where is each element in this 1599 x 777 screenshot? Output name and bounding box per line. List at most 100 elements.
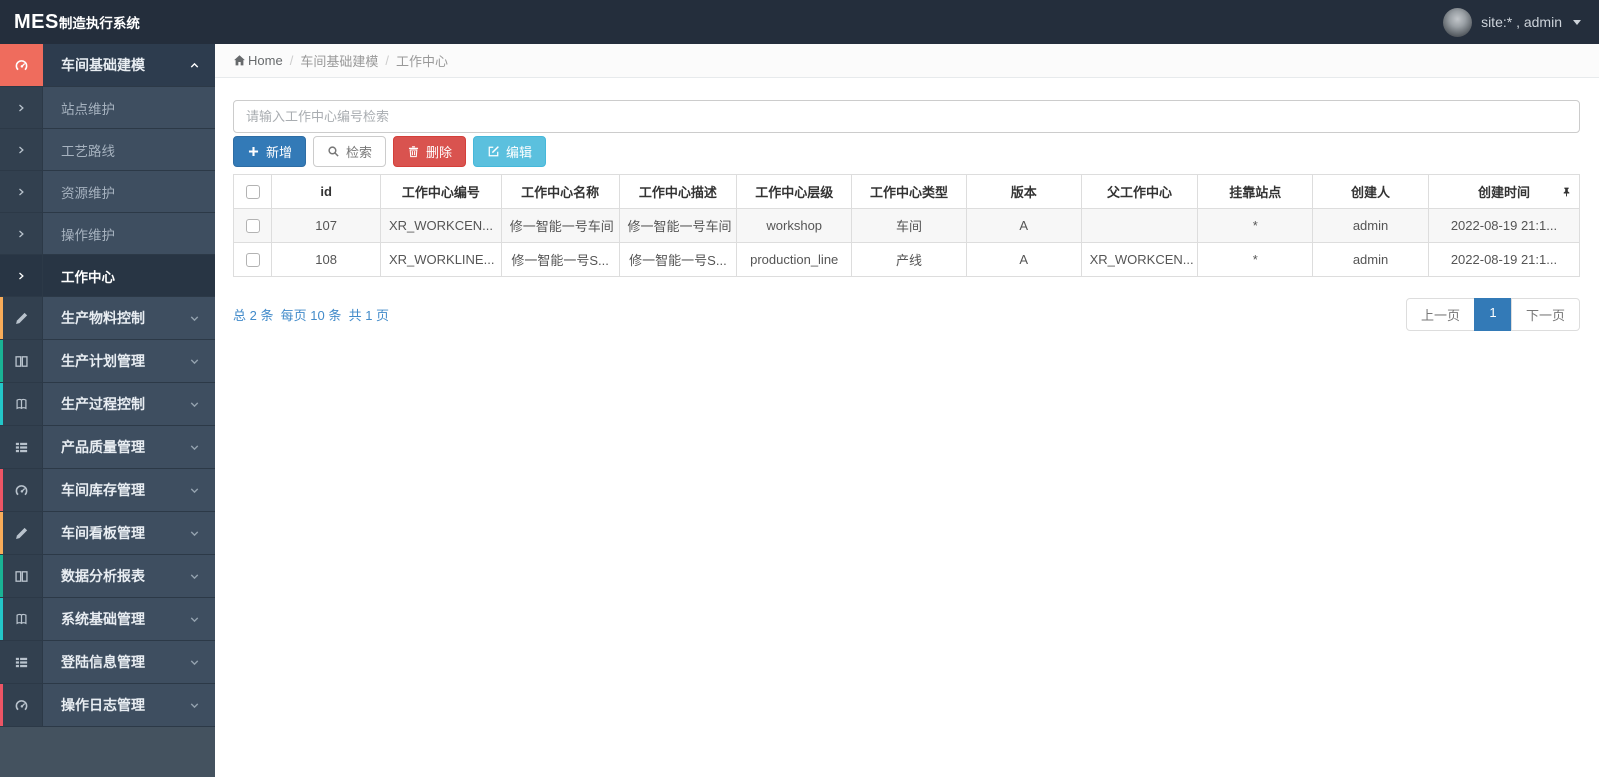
table-cell: XR_WORKCEN... [379, 208, 502, 243]
sidebar-subitem[interactable]: 工艺路线 [0, 129, 215, 171]
sidebar-item[interactable]: 生产计划管理 [0, 340, 215, 383]
column-header: id [271, 174, 381, 209]
breadcrumb-home[interactable]: Home [233, 53, 283, 68]
sidebar-item-label: 车间库存管理 [61, 482, 145, 498]
sidebar-icon-col [0, 44, 43, 86]
chevron-right-icon [0, 255, 43, 296]
pin-column-icon[interactable] [1561, 186, 1572, 197]
edit-button[interactable]: 编辑 [473, 136, 547, 167]
table-cell: 车间 [851, 208, 967, 243]
chevron-down-icon [188, 484, 201, 497]
table-cell: 修一智能一号车间 [500, 208, 620, 243]
table-header-row: id 工作中心编号 工作中心名称 工作中心描述 工作中心层级 工作中心类型 版本 父工作中心 挂… [232, 174, 1581, 209]
breadcrumb-item-module[interactable]: 车间基础建模 [300, 51, 378, 70]
accent-strip [0, 44, 3, 86]
plus-icon [247, 145, 260, 158]
column-header-label: 创建人 [1351, 185, 1391, 200]
sidebar-icon-col [0, 340, 43, 382]
table-cell: * [1197, 208, 1314, 243]
sidebar-subitem-label: 资源维护 [61, 185, 115, 201]
book-icon [14, 612, 29, 627]
accent-strip [0, 469, 3, 511]
search-button[interactable]: 检索 [313, 136, 387, 167]
column-header: 工作中心名称 [500, 174, 620, 209]
chevron-right-icon [0, 129, 43, 170]
column-header: 工作中心类型 [851, 174, 967, 209]
sidebar-subitem[interactable]: 资源维护 [0, 171, 215, 213]
sidebar-item[interactable]: 生产物料控制 [0, 297, 215, 340]
chevron-right-icon [0, 213, 43, 254]
trash-icon [407, 145, 420, 158]
table-row[interactable]: 107 XR_WORKCEN... 修一智能一号车间 修一智能一号车间 workshop… [232, 208, 1581, 243]
gauge-icon [14, 698, 29, 713]
sidebar-item[interactable]: 数据分析报表 [0, 555, 215, 598]
row-checkbox[interactable] [245, 219, 260, 234]
delete-button-label: 删除 [426, 145, 453, 160]
top-navbar: MES 制造执行系统 site:* , admin [0, 0, 1599, 44]
add-button[interactable]: 新增 [233, 136, 307, 167]
sidebar-item[interactable]: 车间库存管理 [0, 469, 215, 512]
chevron-down-icon [188, 441, 201, 454]
avatar[interactable] [1443, 7, 1473, 37]
row-checkbox[interactable] [245, 253, 260, 268]
chevron-up-icon [188, 59, 201, 72]
list-icon [14, 440, 29, 455]
brand-rest: 制造执行系统 [58, 15, 140, 31]
column-header-label: 工作中心类型 [869, 185, 948, 200]
sidebar-icon-col [0, 555, 43, 597]
next-page-button[interactable]: 下一页 [1510, 298, 1580, 331]
sidebar-item[interactable]: 生产过程控制 [0, 383, 215, 426]
column-header-label: 工作中心名称 [521, 185, 600, 200]
sidebar-item[interactable]: 车间看板管理 [0, 512, 215, 555]
table-cell: A [965, 242, 1082, 277]
column-header-label: 父工作中心 [1107, 185, 1173, 200]
sidebar-icon-col [0, 383, 43, 425]
table-row[interactable]: 108 XR_WORKLINE... 修一智能一号S... 修一智能一号S... pro… [232, 242, 1581, 277]
prev-page-button[interactable]: 上一页 [1405, 298, 1475, 331]
search-input[interactable] [233, 100, 1580, 133]
column-header-label: 版本 [1010, 185, 1037, 200]
sidebar-item[interactable]: 系统基础管理 [0, 598, 215, 641]
book-icon [14, 397, 29, 412]
workcenter-table: id 工作中心编号 工作中心名称 工作中心描述 工作中心层级 工作中心类型 版本 父工作中心 挂… [232, 174, 1581, 277]
delete-button[interactable]: 删除 [393, 136, 467, 167]
sidebar-subitem-label: 站点维护 [61, 101, 115, 117]
sidebar-subitem[interactable]: 操作维护 [0, 213, 215, 255]
pencil-icon [14, 526, 29, 541]
sidebar-item[interactable]: 车间基础建模 [0, 44, 215, 87]
accent-strip [0, 641, 3, 683]
caret-down-icon [1573, 19, 1581, 25]
accent-strip [0, 512, 3, 554]
user-menu[interactable]: site:* , admin [1443, 7, 1581, 37]
sidebar-icon-col [0, 684, 43, 726]
sidebar-subitem[interactable]: 站点维护 [0, 87, 215, 129]
sidebar-icon-col [0, 641, 43, 683]
chevron-down-icon [188, 656, 201, 669]
table-cell: XR_WORKCEN... [1080, 242, 1199, 277]
accent-strip [0, 555, 3, 597]
columns-icon [14, 569, 29, 584]
sidebar-subitem[interactable]: 工作中心 [0, 255, 215, 297]
breadcrumb-separator: / [385, 53, 389, 68]
pagination-summary: 总 2 条 每页 10 条 共 1 页 [233, 308, 390, 323]
select-all-header-cell [232, 174, 273, 209]
chevron-down-icon [188, 527, 201, 540]
table-cell: admin [1312, 208, 1429, 243]
select-all-checkbox[interactable] [245, 185, 260, 200]
table-cell: 2022-08-19 21:1... [1427, 242, 1581, 277]
table-cell: 2022-08-19 21:1... [1427, 208, 1581, 243]
table-cell: workshop [736, 208, 853, 243]
accent-strip [0, 340, 3, 382]
sidebar-item[interactable]: 登陆信息管理 [0, 641, 215, 684]
sidebar: 车间基础建模 站点维护工艺路线资源维护操作维护 工作中心 生产物料控制生产计划管理生产… [0, 44, 215, 777]
gauge-icon [14, 483, 29, 498]
sidebar-filler [0, 727, 215, 777]
sidebar-item[interactable]: 操作日志管理 [0, 684, 215, 727]
sidebar-subitem-label: 工艺路线 [61, 143, 115, 159]
page-1-button[interactable]: 1 [1473, 298, 1512, 331]
sidebar-item-label: 生产计划管理 [61, 353, 145, 369]
sidebar-item[interactable]: 产品质量管理 [0, 426, 215, 469]
breadcrumb: Home / 车间基础建模 / 工作中心 [215, 44, 1599, 78]
table-cell: production_line [736, 242, 853, 277]
sidebar-item-label: 车间基础建模 [61, 57, 145, 73]
